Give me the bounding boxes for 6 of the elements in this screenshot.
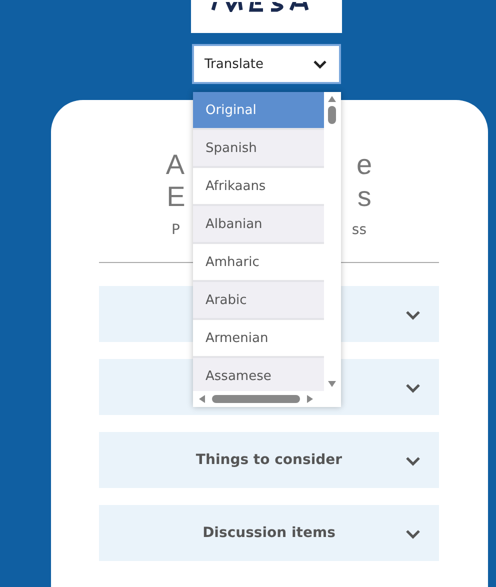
subtitle-text: P bbox=[171, 222, 180, 238]
subtitle-text: ss bbox=[352, 222, 367, 238]
heading-text: e bbox=[356, 149, 372, 181]
heading-text: s bbox=[357, 181, 372, 213]
heading-text: E bbox=[166, 181, 186, 213]
heading-text: A bbox=[166, 149, 185, 181]
